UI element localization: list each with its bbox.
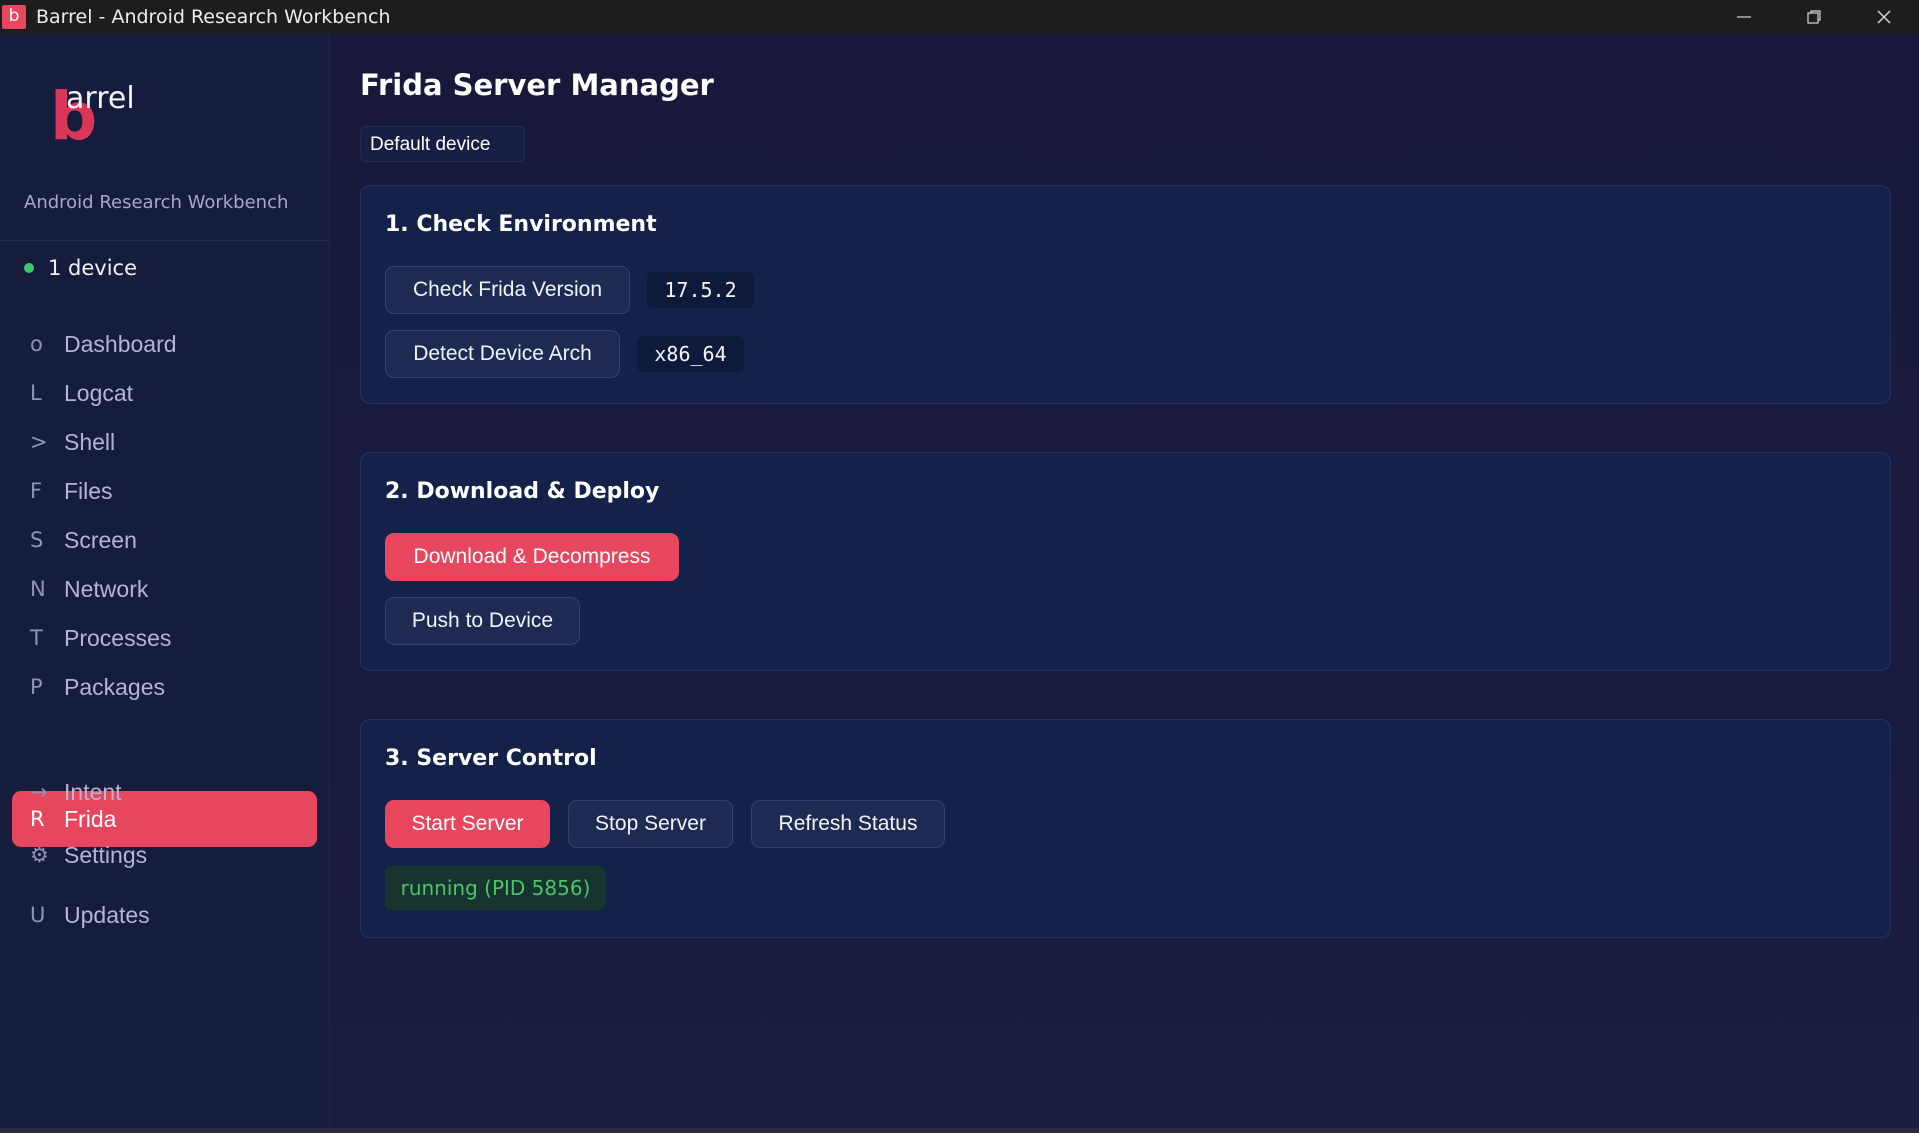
device-status: 1 device bbox=[24, 256, 137, 280]
card-title: 3. Server Control bbox=[385, 746, 597, 771]
close-icon bbox=[1877, 10, 1891, 24]
arrow-right-icon: → bbox=[30, 780, 48, 804]
device-count: 1 device bbox=[48, 256, 138, 280]
check-frida-version-button[interactable]: Check Frida Version bbox=[385, 266, 630, 314]
page-title: Frida Server Manager bbox=[360, 68, 714, 102]
sidebar-item-label: Logcat bbox=[64, 379, 134, 406]
processes-icon: T bbox=[30, 626, 43, 650]
device-select[interactable]: Default device bbox=[360, 126, 525, 162]
sidebar-item-intent[interactable]: → Intent bbox=[12, 764, 317, 820]
sidebar-item-logcat[interactable]: L Logcat bbox=[12, 365, 317, 421]
dashboard-icon: o bbox=[30, 332, 43, 356]
server-control-card: 3. Server Control Start Server Stop Serv… bbox=[360, 719, 1891, 938]
close-button[interactable] bbox=[1849, 0, 1919, 34]
sidebar-item-label: Settings bbox=[64, 841, 148, 868]
check-environment-card: 1. Check Environment Check Frida Version… bbox=[360, 185, 1891, 404]
minimize-icon bbox=[1737, 16, 1751, 18]
files-icon: F bbox=[30, 479, 43, 503]
download-decompress-button[interactable]: Download & Decompress bbox=[385, 533, 679, 581]
server-status-badge: running (PID 5856) bbox=[385, 866, 606, 910]
window-title: Barrel - Android Research Workbench bbox=[36, 6, 391, 28]
screen-icon: S bbox=[30, 528, 44, 552]
card-title: 1. Check Environment bbox=[385, 212, 657, 237]
sidebar-item-processes[interactable]: T Processes bbox=[12, 610, 317, 666]
sidebar-item-label: Network bbox=[64, 575, 149, 602]
download-deploy-card: 2. Download & Deploy Download & Decompre… bbox=[360, 452, 1891, 671]
sidebar-item-label: Screen bbox=[64, 526, 137, 553]
stop-server-button[interactable]: Stop Server bbox=[568, 800, 733, 848]
gear-icon: ⚙ bbox=[30, 843, 49, 867]
sidebar-item-screen[interactable]: S Screen bbox=[12, 512, 317, 568]
push-to-device-button[interactable]: Push to Device bbox=[385, 597, 580, 645]
sidebar-item-files[interactable]: F Files bbox=[12, 463, 317, 519]
sidebar-item-label: Packages bbox=[64, 673, 166, 700]
main-content: Frida Server Manager Default device 1. C… bbox=[331, 34, 1919, 1128]
detect-device-arch-button[interactable]: Detect Device Arch bbox=[385, 330, 620, 378]
sidebar-item-label: Updates bbox=[64, 901, 150, 928]
sidebar-item-label: Dashboard bbox=[64, 330, 177, 357]
sidebar-item-label: Shell bbox=[64, 428, 116, 455]
minimize-button[interactable] bbox=[1709, 0, 1779, 34]
window-bottom-edge bbox=[0, 1128, 1919, 1133]
sidebar-item-updates[interactable]: U Updates bbox=[12, 887, 317, 943]
logcat-icon: L bbox=[30, 381, 42, 405]
status-dot-icon bbox=[24, 263, 34, 273]
sidebar-item-packages[interactable]: P Packages bbox=[12, 659, 317, 715]
start-server-button[interactable]: Start Server bbox=[385, 800, 550, 848]
sidebar-item-label: Files bbox=[64, 477, 113, 504]
app-icon: b bbox=[2, 5, 26, 29]
sidebar-item-dashboard[interactable]: o Dashboard bbox=[12, 316, 317, 372]
card-title: 2. Download & Deploy bbox=[385, 479, 660, 504]
restore-button[interactable] bbox=[1779, 0, 1849, 34]
title-bar: b Barrel - Android Research Workbench bbox=[0, 0, 1919, 34]
app-subtitle: Android Research Workbench bbox=[24, 192, 289, 213]
shell-icon: > bbox=[30, 430, 48, 454]
network-icon: N bbox=[30, 577, 46, 601]
device-arch-value: x86_64 bbox=[637, 336, 744, 372]
packages-icon: P bbox=[30, 675, 43, 699]
sidebar-item-network[interactable]: N Network bbox=[12, 561, 317, 617]
window-controls bbox=[1709, 0, 1919, 34]
sidebar-item-label: Intent bbox=[64, 778, 122, 805]
updates-icon: U bbox=[30, 903, 46, 927]
frida-version-value: 17.5.2 bbox=[647, 272, 754, 308]
sidebar: b arrel Android Research Workbench 1 dev… bbox=[0, 34, 330, 1128]
sidebar-item-settings[interactable]: ⚙ Settings bbox=[12, 827, 317, 883]
sidebar-item-shell[interactable]: > Shell bbox=[12, 414, 317, 470]
refresh-status-button[interactable]: Refresh Status bbox=[751, 800, 945, 848]
logo-wordmark: arrel bbox=[66, 81, 135, 116]
sidebar-item-label: Processes bbox=[64, 624, 172, 651]
barrel-logo: b arrel bbox=[50, 82, 140, 152]
restore-icon bbox=[1807, 10, 1821, 24]
sidebar-divider bbox=[0, 240, 329, 241]
